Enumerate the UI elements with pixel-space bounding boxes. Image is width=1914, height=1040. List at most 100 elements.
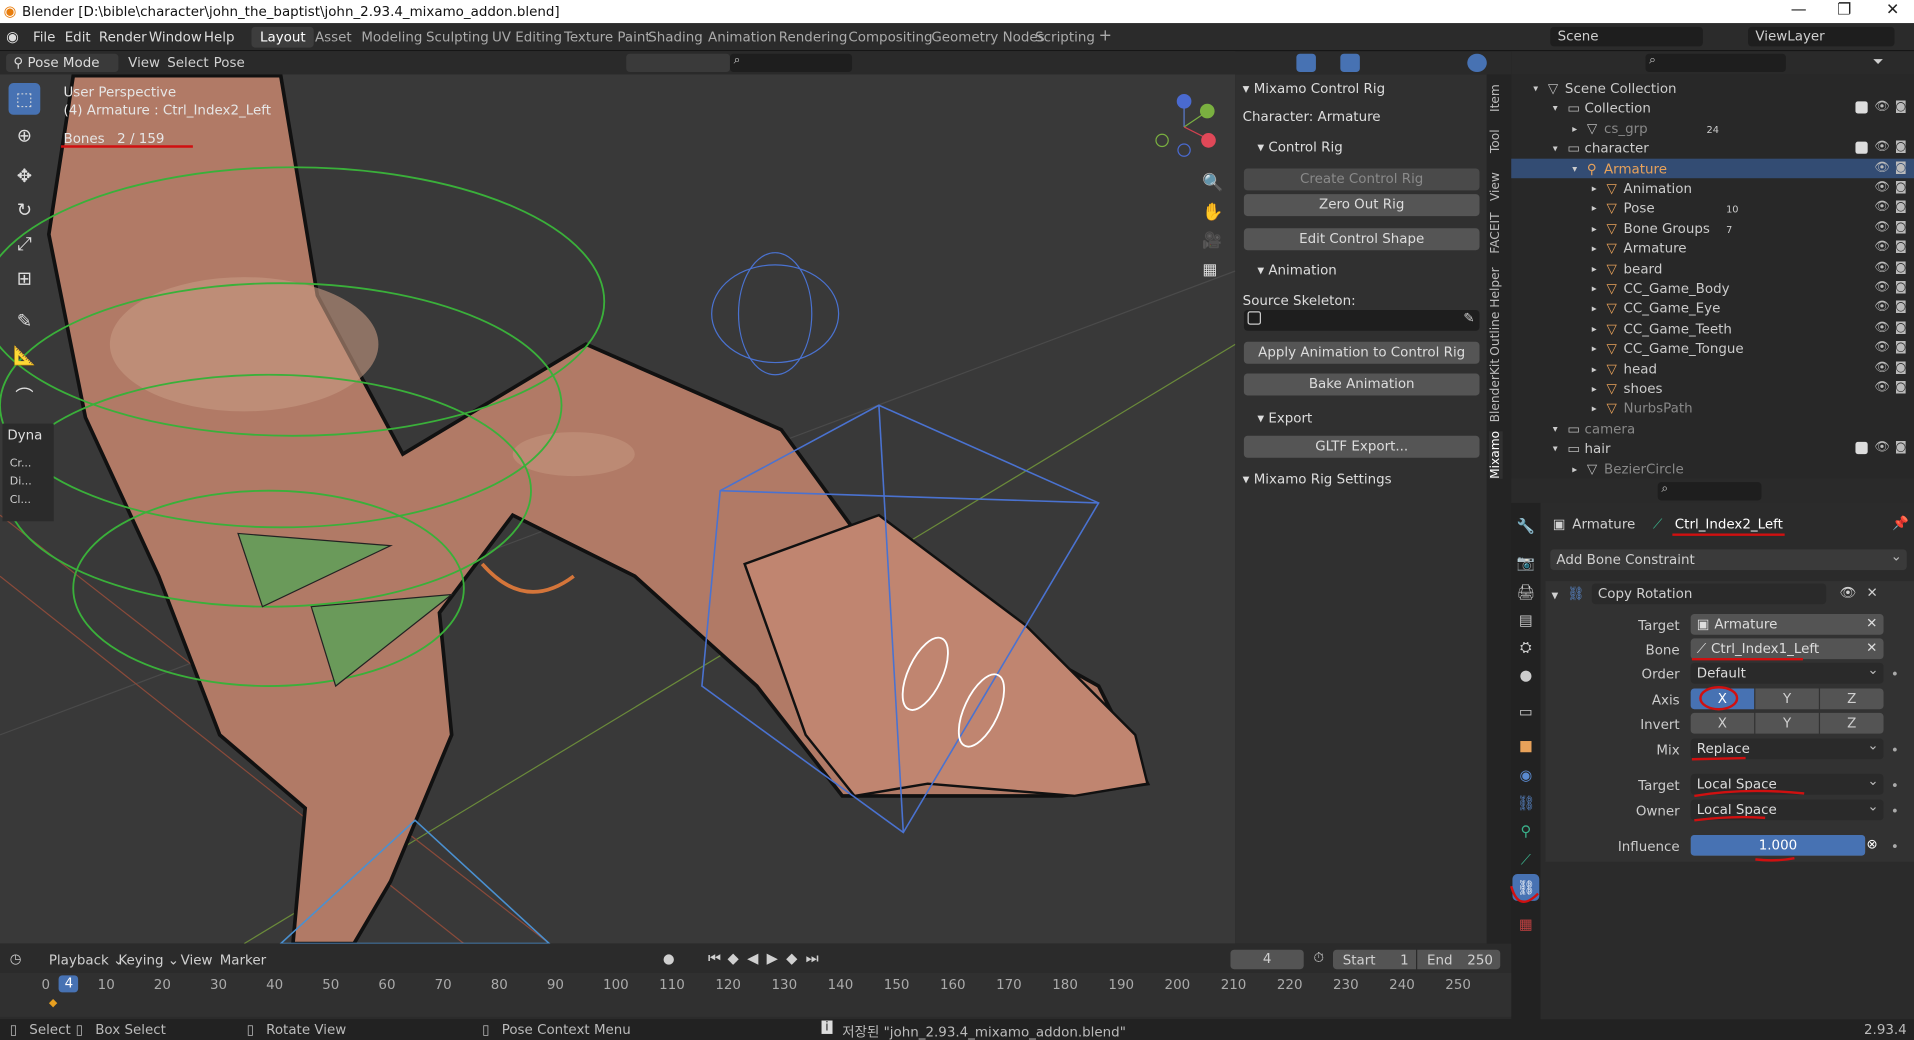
outliner-row[interactable]: ▸ ▽ cs_grp 24 <box>1511 118 1914 138</box>
zoom-icon[interactable]: 🔍 <box>1202 173 1223 193</box>
expand-arrow-icon[interactable]: ▸ <box>1592 243 1597 254</box>
rotate-tool-icon[interactable]: ↻ <box>9 194 41 226</box>
scene-selector[interactable]: Scene <box>1550 26 1703 47</box>
order-dropdown[interactable]: Default <box>1690 662 1884 684</box>
select-box-tool-icon[interactable]: ⬚ <box>8 83 41 115</box>
axis-z-toggle[interactable]: Z <box>1820 688 1884 710</box>
visibility-eye-icon[interactable]: 👁 <box>1874 361 1890 374</box>
outliner-row[interactable]: ▸ ▽ beard 👁 ◙ <box>1511 258 1914 278</box>
maximize-button[interactable]: ❐ <box>1837 1 1851 19</box>
outliner-row[interactable]: ▸ ▽ CC_Game_Eye 👁 ◙ <box>1511 298 1914 318</box>
add-bone-constraint-dropdown[interactable]: Add Bone Constraint <box>1550 548 1907 571</box>
visibility-eye-icon[interactable]: 👁 <box>1874 281 1890 294</box>
tab-view[interactable]: View <box>1489 172 1502 201</box>
bake-animation-button[interactable]: Bake Animation <box>1243 373 1480 396</box>
expand-arrow-icon[interactable]: ▸ <box>1592 323 1597 334</box>
render-camera-icon[interactable]: ◙ <box>1895 161 1907 174</box>
expand-arrow-icon[interactable]: ▸ <box>1592 283 1597 294</box>
keyframe-dot-icon[interactable]: • <box>1891 742 1899 758</box>
influence-slider[interactable]: 1.000 <box>1690 834 1866 856</box>
expand-arrow-icon[interactable]: ▸ <box>1572 463 1577 474</box>
menu-file[interactable]: File <box>33 29 55 45</box>
tab-outline-helper[interactable]: Outline Helper <box>1489 267 1502 355</box>
transform-tool-icon[interactable]: ⊞ <box>9 262 41 294</box>
menu-select[interactable]: Select <box>167 55 208 71</box>
timeline-track[interactable]: 0 10 20 30 40 50 60 70 80 90 100 110 120 130 140 150 160… <box>0 972 1512 1017</box>
object-tab-icon[interactable]: ■ <box>1512 732 1539 759</box>
expand-arrow-icon[interactable]: ▾ <box>1553 443 1558 454</box>
owner-space-dropdown[interactable]: Local Space <box>1690 798 1884 821</box>
viewport-search-input[interactable]: ⌕ <box>729 53 853 73</box>
tool-tab-icon[interactable]: 🔧 <box>1512 513 1539 540</box>
menu-view[interactable]: View <box>128 55 160 71</box>
render-camera-icon[interactable]: ◙ <box>1895 221 1907 234</box>
expand-arrow-icon[interactable]: ▸ <box>1592 263 1597 274</box>
apply-animation-button[interactable]: Apply Animation to Control Rig <box>1243 341 1480 364</box>
end-frame-field[interactable]: End 250 <box>1417 949 1501 970</box>
menu-pose[interactable]: Pose <box>214 55 245 71</box>
visibility-eye-icon[interactable]: 👁 <box>1874 141 1890 154</box>
eyedropper-icon[interactable]: ✎ <box>1463 310 1474 326</box>
collection-tab-icon[interactable]: ▭ <box>1512 698 1539 725</box>
outliner-row[interactable]: ▾ ▭ hair 👁 ◙ <box>1511 438 1914 458</box>
menu-timeline-view[interactable]: View <box>181 952 213 968</box>
tab-faceit[interactable]: FACEIT <box>1489 212 1502 253</box>
outliner-row[interactable]: ▸ ▽ CC_Game_Tongue 👁 ◙ <box>1511 338 1914 358</box>
keyframe-dot-icon[interactable]: • <box>1891 667 1899 683</box>
menu-render[interactable]: Render <box>99 29 147 45</box>
target-field[interactable]: ▣ Armature ✕ <box>1690 614 1884 635</box>
menu-edit[interactable]: Edit <box>65 29 91 45</box>
visibility-eye-icon[interactable]: 👁 <box>1874 321 1890 334</box>
expand-arrow-icon[interactable]: ▸ <box>1592 183 1597 194</box>
pan-hand-icon[interactable]: ✋ <box>1202 203 1223 223</box>
jump-start-icon[interactable]: ⏮ <box>708 950 721 968</box>
constraint-visibility-eye-icon[interactable]: 👁 <box>1840 585 1857 601</box>
clear-target-icon[interactable]: ✕ <box>1866 615 1877 631</box>
expand-arrow-icon[interactable]: ▸ <box>1592 383 1597 394</box>
annotate-tool-icon[interactable]: ✎ <box>9 305 41 337</box>
visibility-eye-icon[interactable]: 👁 <box>1874 341 1890 354</box>
outliner-row[interactable]: ▸ ▽ CC_Game_Body 👁 ◙ <box>1511 278 1914 298</box>
close-button[interactable]: ✕ <box>1886 1 1899 19</box>
expand-arrow-icon[interactable]: ▾ <box>1553 423 1558 434</box>
outliner-row[interactable]: ▾ ▽ Scene Collection <box>1511 78 1914 98</box>
texture-tab-icon[interactable]: ▦ <box>1512 911 1539 938</box>
gizmo-toggle-icon[interactable] <box>1296 53 1316 73</box>
axis-x-toggle[interactable]: X <box>1690 688 1755 710</box>
view-layer-tab-icon[interactable]: ▤ <box>1512 607 1539 634</box>
object-constraint-tab-icon[interactable]: ⛓ <box>1512 790 1539 817</box>
blender-menu-icon[interactable]: ◉ <box>6 28 19 45</box>
tab-tool[interactable]: Tool <box>1489 129 1502 153</box>
scale-tool-icon[interactable]: ⤢ <box>9 228 41 260</box>
physics-tab-icon[interactable]: ◉ <box>1512 762 1539 789</box>
outliner-row[interactable]: ▸ ▽ NurbsPath <box>1511 398 1914 418</box>
axis-y-toggle[interactable]: Y <box>1755 688 1819 710</box>
outliner-row[interactable]: ▸ ▽ Pose 10 👁 ◙ <box>1511 198 1914 218</box>
edit-control-shape-button[interactable]: Edit Control Shape <box>1243 228 1480 251</box>
filter-icon[interactable]: ⏷ <box>1873 54 1884 71</box>
expand-arrow-icon[interactable]: ▸ <box>1592 363 1597 374</box>
render-camera-icon[interactable]: ◙ <box>1895 141 1907 154</box>
visibility-eye-icon[interactable]: 👁 <box>1874 161 1890 174</box>
minimize-button[interactable]: — <box>1791 1 1807 19</box>
constraint-name-field[interactable]: Copy Rotation <box>1591 583 1827 605</box>
outliner-search-input[interactable]: ⌕ <box>1645 53 1786 73</box>
tab-mixamo[interactable]: Mixamo <box>1489 430 1503 479</box>
outliner-row[interactable]: ▸ ▽ Bone Groups 7 👁 ◙ <box>1511 218 1914 238</box>
expand-arrow-icon[interactable]: ▸ <box>1592 303 1597 314</box>
dyna-item-create[interactable]: Cr... <box>10 458 32 470</box>
exclude-checkbox[interactable] <box>1855 442 1868 455</box>
source-skeleton-field[interactable]: ✎ <box>1243 310 1480 331</box>
exclude-checkbox[interactable] <box>1855 141 1868 155</box>
render-camera-icon[interactable]: ◙ <box>1895 241 1907 254</box>
outliner-row[interactable]: ▸ ▽ shoes 👁 ◙ <box>1511 378 1914 398</box>
animation-section[interactable]: ▾ Animation <box>1257 262 1336 278</box>
outliner-row[interactable]: ▸ ▽ Armature 👁 ◙ <box>1511 238 1914 258</box>
constraint-delete-icon[interactable]: ✕ <box>1866 585 1877 601</box>
render-camera-icon[interactable]: ◙ <box>1895 201 1907 214</box>
expand-arrow-icon[interactable]: ▾ <box>1553 143 1558 154</box>
zero-out-rig-button[interactable]: Zero Out Rig <box>1243 194 1480 217</box>
preview-range-icon[interactable]: ⏱ <box>1313 950 1323 967</box>
render-camera-icon[interactable]: ◙ <box>1895 301 1907 314</box>
render-camera-icon[interactable]: ◙ <box>1895 321 1907 334</box>
